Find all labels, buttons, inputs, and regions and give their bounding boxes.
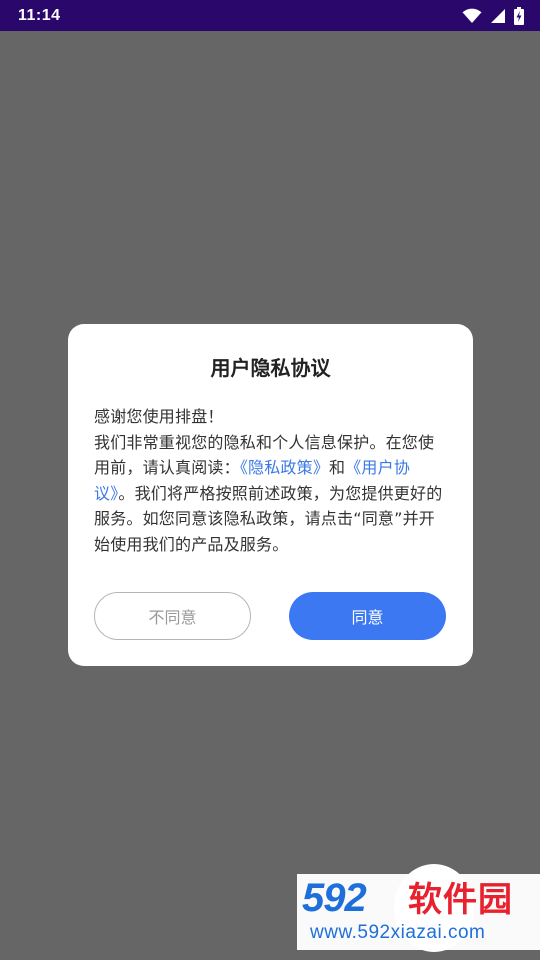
greeting-text: 感谢您使用排盘！ bbox=[94, 407, 224, 426]
dialog-body: 感谢您使用排盘！ 我们非常重视您的隐私和个人信息保护。在您使用前，请认真阅读：《… bbox=[94, 404, 449, 557]
status-icons bbox=[462, 6, 524, 25]
privacy-dialog: 用户隐私协议 感谢您使用排盘！ 我们非常重视您的隐私和个人信息保护。在您使用前，… bbox=[68, 324, 473, 666]
signal-icon bbox=[491, 8, 505, 23]
message-and: 和 bbox=[329, 458, 346, 477]
watermark-url: www.592xiazai.com bbox=[310, 922, 486, 943]
dialog-title: 用户隐私协议 bbox=[210, 356, 331, 380]
watermark-logo-text: 软件园 bbox=[408, 880, 513, 920]
status-bar: 11:14 bbox=[0, 0, 540, 31]
privacy-policy-link[interactable]: 《隐私政策》 bbox=[240, 458, 329, 477]
disagree-button[interactable]: 不同意 bbox=[94, 592, 251, 640]
message-part-2: 。我们将严格按照前述政策，为您提供更好的服务。如您同意该隐私政策，请点击“同意”… bbox=[94, 483, 443, 554]
battery-charging-icon bbox=[514, 6, 524, 25]
watermark-logo-number: 592 bbox=[302, 876, 367, 920]
wifi-icon bbox=[462, 8, 482, 23]
dialog-message: 我们非常重视您的隐私和个人信息保护。在您使用前，请认真阅读：《隐私政策》和《用户… bbox=[94, 430, 449, 558]
status-time: 11:14 bbox=[18, 6, 61, 24]
agree-button[interactable]: 同意 bbox=[289, 592, 446, 640]
